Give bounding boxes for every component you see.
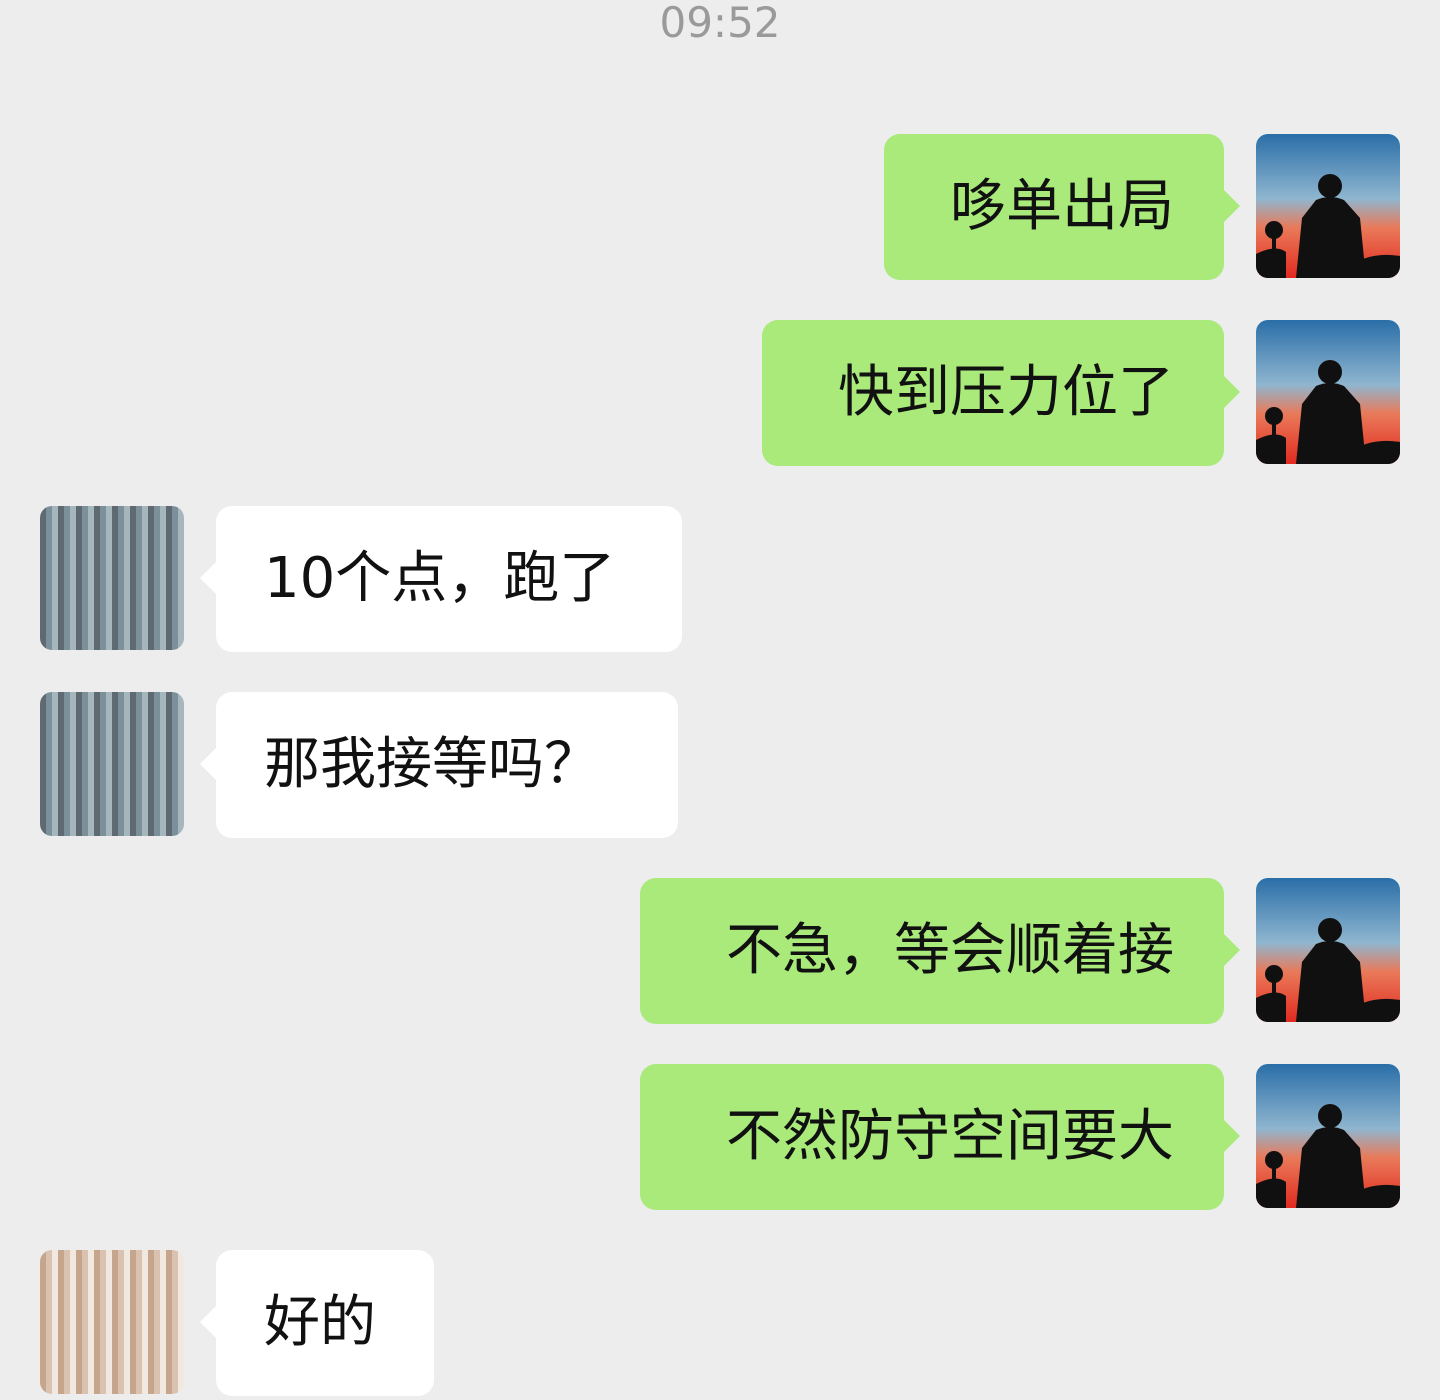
message-text: 10个点，跑了 bbox=[264, 546, 616, 611]
message-text: 快到压力位了 bbox=[838, 360, 1174, 425]
message-row: 哆单出局 bbox=[0, 134, 1440, 280]
other-avatar[interactable] bbox=[40, 1250, 184, 1394]
message-text: 不急，等会顺着接 bbox=[726, 918, 1174, 983]
self-avatar[interactable] bbox=[1256, 320, 1400, 464]
redacted-avatar-icon bbox=[40, 506, 184, 650]
message-row: 不急，等会顺着接 bbox=[0, 878, 1440, 1024]
message-row: 那我接等吗？ bbox=[0, 692, 1440, 838]
other-avatar[interactable] bbox=[40, 692, 184, 836]
message-bubble-outgoing[interactable]: 哆单出局 bbox=[884, 134, 1240, 280]
sunset-silhouette-icon bbox=[1256, 878, 1400, 1022]
self-avatar[interactable] bbox=[1256, 1064, 1400, 1208]
message-row: 10个点，跑了 bbox=[0, 506, 1440, 652]
self-avatar[interactable] bbox=[1256, 878, 1400, 1022]
redacted-avatar-icon bbox=[40, 1250, 184, 1394]
message-text: 那我接等吗？ bbox=[264, 732, 600, 797]
self-avatar[interactable] bbox=[1256, 134, 1400, 278]
message-bubble-incoming[interactable]: 那我接等吗？ bbox=[200, 692, 678, 838]
message-text: 好的 bbox=[264, 1290, 376, 1355]
timestamp: 09:52 bbox=[659, 0, 781, 47]
message-row: 快到压力位了 bbox=[0, 320, 1440, 466]
message-row: 好的 bbox=[0, 1250, 1440, 1396]
other-avatar[interactable] bbox=[40, 506, 184, 650]
message-text: 不然防守空间要大 bbox=[726, 1104, 1174, 1169]
message-bubble-incoming[interactable]: 10个点，跑了 bbox=[200, 506, 682, 652]
message-bubble-incoming[interactable]: 好的 bbox=[200, 1250, 434, 1396]
sunset-silhouette-icon bbox=[1256, 1064, 1400, 1208]
sunset-silhouette-icon bbox=[1256, 134, 1400, 278]
message-row: 不然防守空间要大 bbox=[0, 1064, 1440, 1210]
message-bubble-outgoing[interactable]: 快到压力位了 bbox=[762, 320, 1240, 466]
message-text: 哆单出局 bbox=[950, 174, 1174, 239]
message-bubble-outgoing[interactable]: 不急，等会顺着接 bbox=[640, 878, 1240, 1024]
message-bubble-outgoing[interactable]: 不然防守空间要大 bbox=[640, 1064, 1240, 1210]
redacted-avatar-icon bbox=[40, 692, 184, 836]
sunset-silhouette-icon bbox=[1256, 320, 1400, 464]
